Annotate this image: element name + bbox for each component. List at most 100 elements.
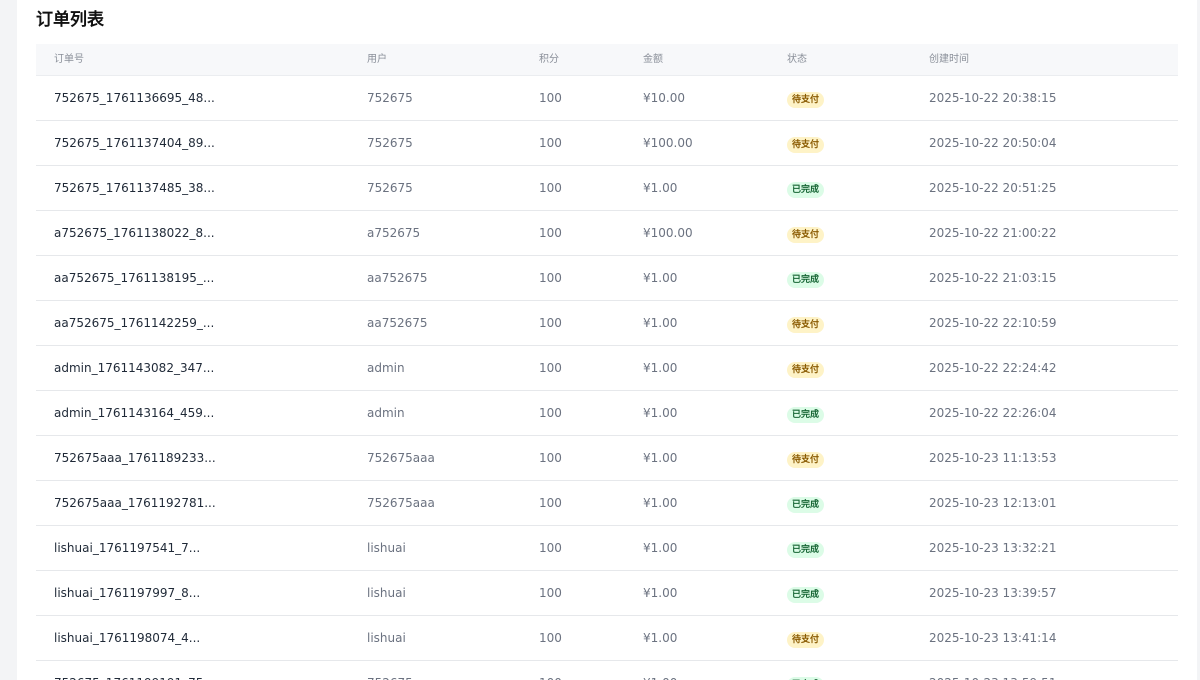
points-cell: 100: [539, 406, 562, 420]
table-row[interactable]: lishuai_1761198074_4... lishuai 100 ¥1.00 20…: [36, 616, 1178, 661]
user-cell: lishuai: [367, 541, 406, 555]
table-row[interactable]: 752675aaa_1761192781... 752675aaa 100 ¥1.00…: [36, 481, 1178, 526]
user-cell: aa752675: [367, 316, 428, 330]
order-id-cell: 752675_1761199191_75...: [54, 661, 215, 680]
user-cell: lishuai: [367, 586, 406, 600]
created-time-cell: 2025-10-23 11:13:53: [929, 451, 1057, 465]
user-cell: 752675: [367, 181, 413, 195]
amount-cell: ¥1.00: [643, 661, 677, 680]
table-row[interactable]: 752675_1761137404_89... 752675 100 ¥100.00 2…: [36, 121, 1178, 166]
created-time-cell: 2025-10-23 13:39:57: [929, 586, 1057, 600]
created-time-cell: 2025-10-23 13:59:51: [929, 661, 1056, 680]
created-time-cell: 2025-10-23 13:32:21: [929, 541, 1057, 555]
column-header-points: 积分: [539, 54, 559, 65]
points-cell: 100: [539, 136, 562, 150]
status-badge: 已完成: [787, 497, 825, 513]
created-time-cell: 2025-10-22 21:03:15: [929, 271, 1057, 285]
points-cell: 100: [539, 661, 562, 680]
created-time-cell: 2025-10-22 20:51:25: [929, 181, 1057, 195]
status-cell: 待支付: [787, 211, 825, 255]
points-cell: 100: [539, 91, 562, 105]
order-id-cell: lishuai_1761198074_4...: [54, 631, 201, 645]
table-row[interactable]: admin_1761143164_459... admin 100 ¥1.00 2025…: [36, 391, 1178, 436]
table-row[interactable]: 752675_1761199191_75... 752675 100 ¥1.00 202…: [36, 661, 1178, 680]
points-cell: 100: [539, 451, 562, 465]
table-row[interactable]: 752675_1761136695_48... 752675 100 ¥10.00 20…: [36, 76, 1178, 121]
table-body: 752675_1761136695_48... 752675 100 ¥10.00 20…: [36, 76, 1178, 680]
user-cell: 752675aaa: [367, 496, 435, 510]
column-header-created-time: 创建时间: [929, 54, 969, 65]
points-cell: 100: [539, 226, 562, 240]
points-cell: 100: [539, 631, 562, 645]
table-row[interactable]: lishuai_1761197541_7... lishuai 100 ¥1.00 20…: [36, 526, 1178, 571]
status-cell: 待支付: [787, 436, 825, 480]
user-cell: a752675: [367, 226, 421, 240]
status-cell: 待支付: [787, 301, 825, 345]
table-row[interactable]: lishuai_1761197997_8... lishuai 100 ¥1.00 20…: [36, 571, 1178, 616]
status-cell: 已完成: [787, 661, 825, 680]
created-time-cell: 2025-10-22 20:38:15: [929, 91, 1057, 105]
created-time-cell: 2025-10-22 21:00:22: [929, 226, 1057, 240]
table-row[interactable]: admin_1761143082_347... admin 100 ¥1.00 2025…: [36, 346, 1178, 391]
points-cell: 100: [539, 586, 562, 600]
status-cell: 已完成: [787, 571, 825, 615]
table-row[interactable]: aa752675_1761142259_... aa752675 100 ¥1.00 2…: [36, 301, 1178, 346]
amount-cell: ¥1.00: [643, 586, 678, 600]
status-cell: 待支付: [787, 346, 825, 390]
order-id-cell: 752675_1761137404_89...: [54, 136, 215, 150]
order-id-cell: aa752675_1761138195_...: [54, 271, 215, 285]
order-list-page: 订单列表 订单号 用户 积分 金额 状态 创建时间 752675_1761136…: [17, 0, 1197, 680]
points-cell: 100: [539, 541, 562, 555]
status-badge: 待支付: [787, 362, 825, 378]
status-cell: 已完成: [787, 391, 825, 435]
page-title: 订单列表: [36, 10, 104, 30]
order-id-cell: aa752675_1761142259_...: [54, 316, 215, 330]
created-time-cell: 2025-10-23 12:13:01: [929, 496, 1057, 510]
status-badge: 待支付: [787, 137, 825, 153]
status-badge: 已完成: [787, 272, 825, 288]
user-cell: 752675: [367, 661, 413, 680]
status-badge: 待支付: [787, 452, 825, 468]
user-cell: lishuai: [367, 631, 406, 645]
order-id-cell: 752675_1761136695_48...: [54, 91, 215, 105]
table-header: 订单号 用户 积分 金额 状态 创建时间: [36, 44, 1178, 76]
order-id-cell: a752675_1761138022_8...: [54, 226, 215, 240]
status-cell: 待支付: [787, 76, 825, 120]
status-cell: 已完成: [787, 166, 825, 210]
user-cell: 752675aaa: [367, 451, 435, 465]
user-cell: 752675: [367, 136, 413, 150]
table-row[interactable]: a752675_1761138022_8... a752675 100 ¥100.00…: [36, 211, 1178, 256]
created-time-cell: 2025-10-22 22:10:59: [929, 316, 1057, 330]
points-cell: 100: [539, 361, 562, 375]
created-time-cell: 2025-10-22 22:24:42: [929, 361, 1057, 375]
table-row[interactable]: 752675_1761137485_38... 752675 100 ¥1.00 202…: [36, 166, 1178, 211]
status-badge: 待支付: [787, 92, 825, 108]
amount-cell: ¥100.00: [643, 136, 693, 150]
order-id-cell: admin_1761143164_459...: [54, 406, 215, 420]
user-cell: admin: [367, 361, 405, 375]
status-badge: 待支付: [787, 317, 825, 333]
status-badge: 已完成: [787, 407, 825, 423]
status-badge: 待支付: [787, 227, 825, 243]
points-cell: 100: [539, 496, 562, 510]
status-badge: 已完成: [787, 542, 825, 558]
orders-table: 订单号 用户 积分 金额 状态 创建时间 752675_1761136695_4…: [36, 44, 1178, 680]
table-row[interactable]: aa752675_1761138195_... aa752675 100 ¥1.00 2…: [36, 256, 1178, 301]
column-header-amount: 金额: [643, 54, 663, 65]
created-time-cell: 2025-10-23 13:41:14: [929, 631, 1057, 645]
order-id-cell: 752675aaa_1761189233...: [54, 451, 216, 465]
amount-cell: ¥100.00: [643, 226, 693, 240]
created-time-cell: 2025-10-22 22:26:04: [929, 406, 1057, 420]
order-id-cell: 752675aaa_1761192781...: [54, 496, 216, 510]
column-header-order-id: 订单号: [54, 54, 84, 65]
column-header-user: 用户: [367, 54, 387, 65]
table-row[interactable]: 752675aaa_1761189233... 752675aaa 100 ¥1.00…: [36, 436, 1178, 481]
status-badge: 已完成: [787, 587, 825, 603]
user-cell: admin: [367, 406, 405, 420]
order-id-cell: lishuai_1761197541_7...: [54, 541, 201, 555]
status-cell: 待支付: [787, 616, 825, 660]
amount-cell: ¥1.00: [643, 631, 678, 645]
order-id-cell: admin_1761143082_347...: [54, 361, 215, 375]
status-badge: 已完成: [787, 182, 825, 198]
points-cell: 100: [539, 181, 562, 195]
